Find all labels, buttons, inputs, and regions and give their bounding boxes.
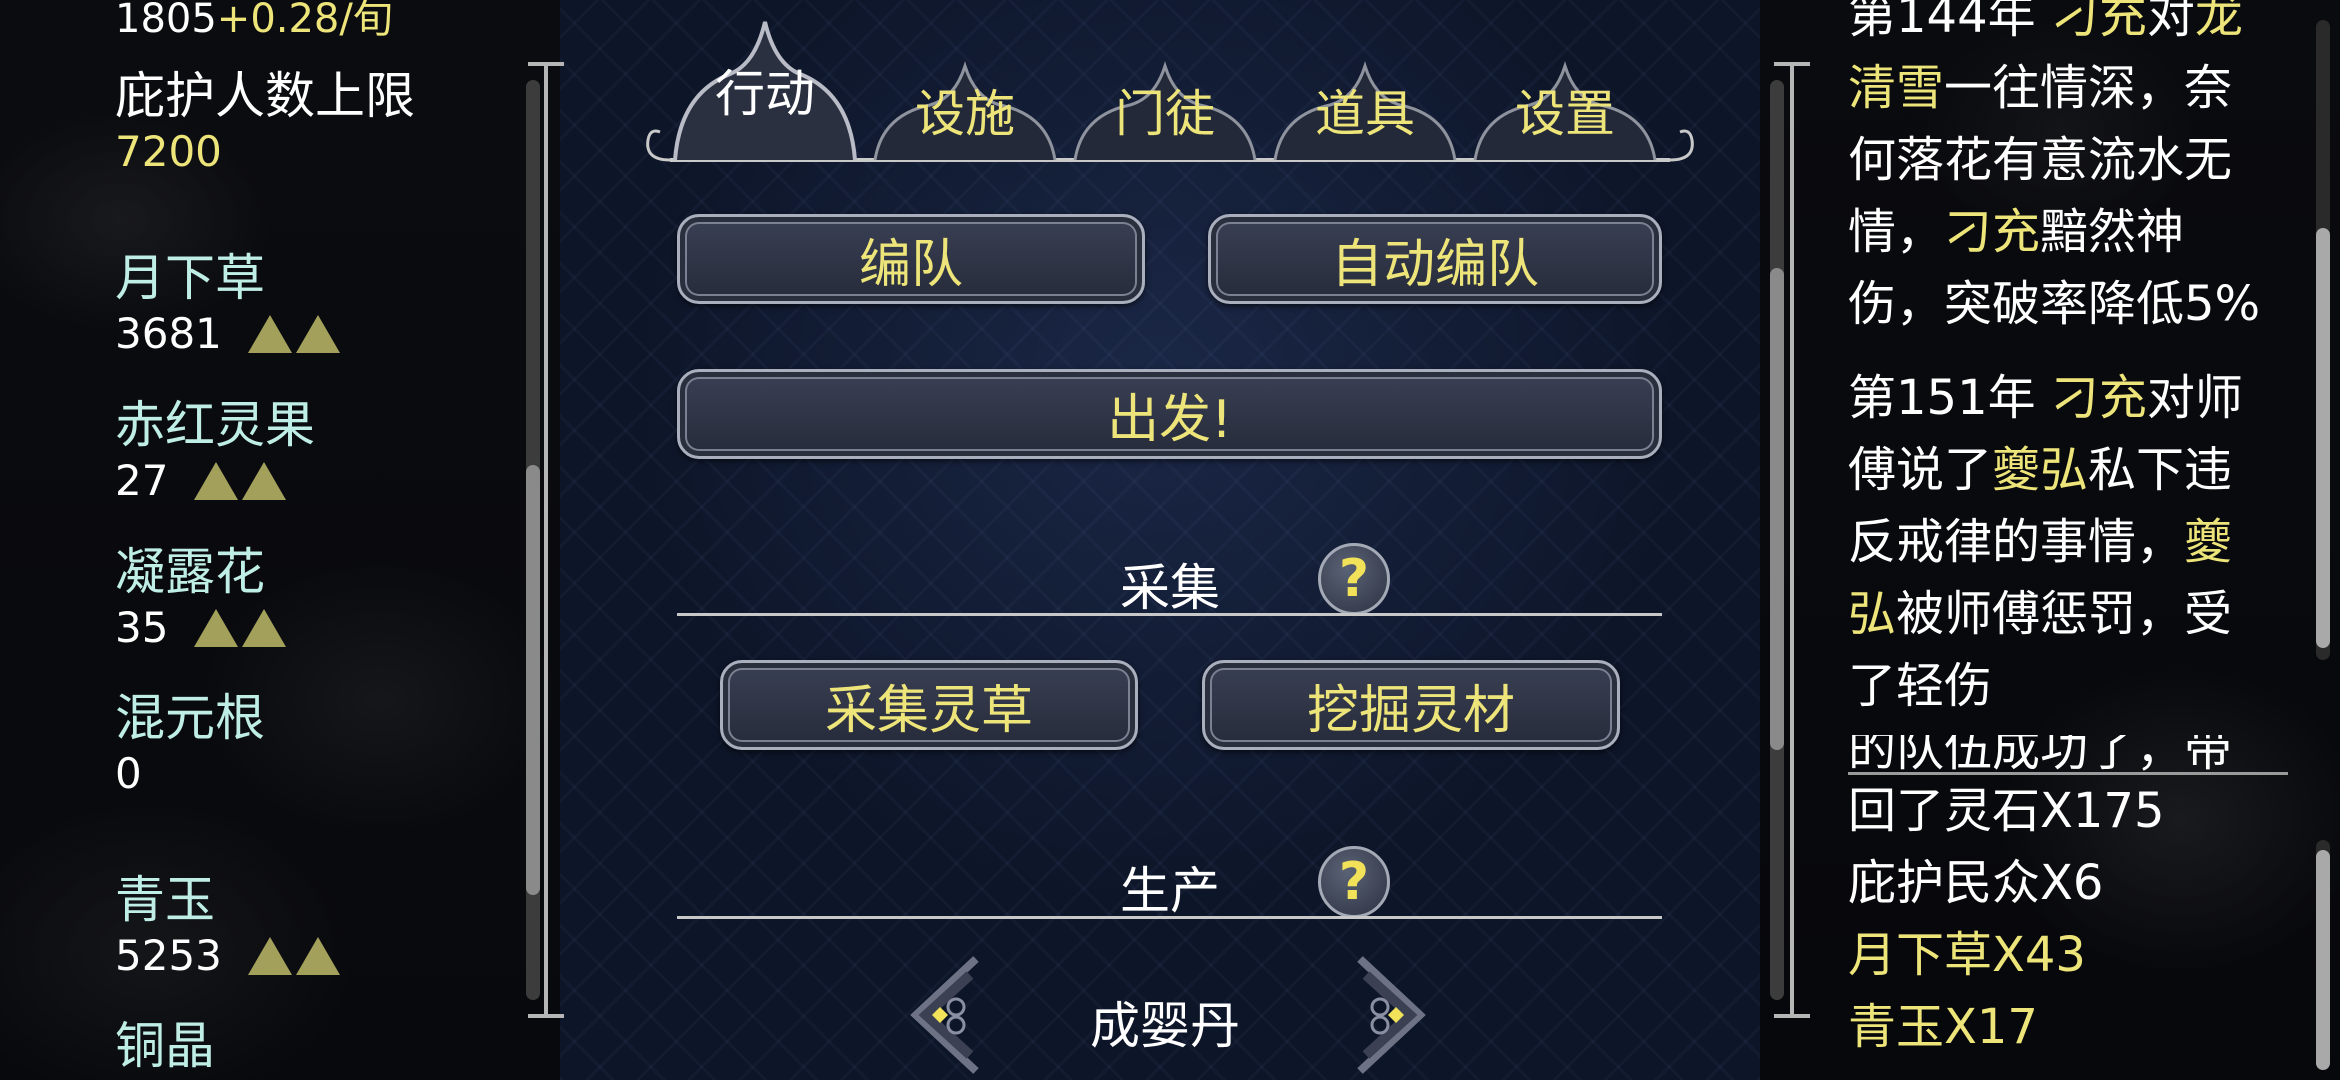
increase-arrows-icon: [194, 609, 287, 647]
tab-action-label: 行动: [715, 65, 815, 123]
increase-arrows-icon: [194, 462, 287, 500]
tab-facilities-label: 设施: [915, 85, 1015, 143]
report-text: 青玉X17: [1848, 999, 2038, 1055]
report-text: 月下草X43: [1848, 927, 2086, 983]
formation-button-label: 编队: [858, 234, 963, 295]
spirit-stone-rate: +0.28/旬: [216, 0, 393, 42]
recipe-next-arrow-icon[interactable]: [1356, 955, 1426, 1075]
resource-name: 青玉: [115, 871, 215, 929]
gather-herbs-button-label: 采集灵草: [824, 680, 1033, 741]
increase-arrows-icon: [247, 937, 340, 975]
gather-help-icon[interactable]: ?: [1318, 543, 1390, 615]
resource-value: 0: [115, 749, 142, 798]
report-scrollbar-thumb[interactable]: [2316, 850, 2330, 1070]
protect-limit: 庇护人数上限 7200: [115, 66, 445, 178]
report-text: 的队伍成功了，带: [1848, 735, 2233, 775]
log-scrollbar-thumb[interactable]: [2316, 228, 2330, 648]
center-scrollbar-thumb[interactable]: [1770, 268, 1784, 750]
report-cut-line: 的队伍成功了，带: [1848, 735, 2268, 775]
expedition-report: 的队伍成功了，带 回了灵石X175 庇护民众X6 月下草X43 青玉X17: [1848, 735, 2268, 1063]
resource-item: 铜晶: [115, 1016, 445, 1076]
tab-bar: 行动 设施 门徒 道具 设置: [640, 0, 1700, 170]
depart-button[interactable]: 出发!: [677, 369, 1662, 459]
formation-button[interactable]: 编队: [677, 214, 1145, 304]
increase-arrows-icon: [247, 315, 340, 353]
right-rail-cap-bottom: [1774, 1014, 1810, 1018]
resource-item: 月下草 3681: [115, 248, 445, 360]
tab-items-label: 道具: [1315, 85, 1415, 143]
log-entry: 第144年 刁充对龙清雪一往情深，奈何落花有意流水无情，刁充黯然神伤，突破率降低…: [1848, 0, 2268, 340]
resource-value: 5253: [115, 931, 222, 980]
resource-scrollbar-thumb[interactable]: [526, 465, 540, 895]
tab-items[interactable]: 道具: [1270, 60, 1460, 160]
log-name-highlight: 夔弘: [1992, 442, 2089, 498]
recipe-prev-arrow-icon[interactable]: [910, 955, 980, 1075]
resource-value: 27: [115, 456, 169, 505]
dig-materials-button-label: 挖掘灵材: [1306, 680, 1515, 741]
log-text: 被师傅惩罚，受了轻伤: [1848, 586, 2233, 714]
resource-value: 3681: [115, 309, 222, 358]
tab-facilities[interactable]: 设施: [870, 60, 1060, 160]
log-name-highlight: 刁充: [1944, 204, 2041, 260]
resource-value: 35: [115, 603, 169, 652]
production-section-title: 生产: [1120, 862, 1220, 920]
log-text: 第151年: [1848, 370, 2051, 426]
log-name-highlight: 刁充: [2050, 370, 2147, 426]
right-rail-cap-top: [1774, 62, 1810, 66]
protect-limit-value: 7200: [115, 127, 222, 176]
resource-item: 赤红灵果 27: [115, 395, 445, 507]
left-rail-cap-bottom: [528, 1014, 564, 1018]
log-text: 对: [2146, 0, 2195, 44]
resource-name: 混元根: [115, 689, 265, 747]
protect-limit-label: 庇护人数上限: [115, 67, 415, 125]
log-name-highlight: 刁充: [2050, 0, 2147, 44]
resource-name: 凝露花: [115, 543, 265, 601]
spirit-stone-line: 1805+0.28/旬: [115, 0, 393, 44]
resource-name: 赤红灵果: [115, 396, 315, 454]
tab-action[interactable]: 行动: [670, 14, 860, 160]
resource-item: 混元根 0: [115, 688, 445, 800]
log-divider: [1848, 772, 2288, 775]
production-help-icon[interactable]: ?: [1318, 846, 1390, 918]
spirit-stone-value: 1805: [115, 0, 217, 42]
tab-settings-label: 设置: [1515, 85, 1615, 143]
gather-help-glyph: ?: [1338, 549, 1370, 609]
production-section-divider: [677, 916, 1662, 919]
auto-formation-button[interactable]: 自动编队: [1208, 214, 1662, 304]
gather-section-title: 采集: [1120, 559, 1220, 617]
report-text: 庇护民众X6: [1848, 855, 2104, 911]
dig-materials-button[interactable]: 挖掘灵材: [1202, 660, 1620, 750]
resource-name: 月下草: [115, 249, 265, 307]
auto-formation-button-label: 自动编队: [1330, 234, 1539, 295]
left-rail-cap-top: [528, 62, 564, 66]
gather-section-divider: [677, 613, 1662, 616]
production-help-glyph: ?: [1338, 852, 1370, 912]
resource-name: 铜晶: [115, 1017, 215, 1075]
left-divider-rail: [544, 62, 548, 1018]
report-text: 回了灵石X175: [1848, 783, 2165, 839]
current-recipe-name: 成婴丹: [1090, 997, 1240, 1055]
tab-settings[interactable]: 设置: [1470, 60, 1660, 160]
tab-disciples-label: 门徒: [1115, 85, 1215, 143]
log-entry: 第151年 刁充对师傅说了夔弘私下违反戒律的事情，夔弘被师傅惩罚，受了轻伤: [1848, 362, 2268, 722]
right-divider-rail: [1790, 62, 1794, 1018]
tab-disciples[interactable]: 门徒: [1070, 60, 1260, 160]
resource-item: 凝露花 35: [115, 542, 445, 654]
log-text: 第144年: [1848, 0, 2051, 44]
depart-button-label: 出发!: [1107, 389, 1232, 450]
gather-herbs-button[interactable]: 采集灵草: [720, 660, 1138, 750]
resource-item: 青玉 5253: [115, 870, 445, 982]
